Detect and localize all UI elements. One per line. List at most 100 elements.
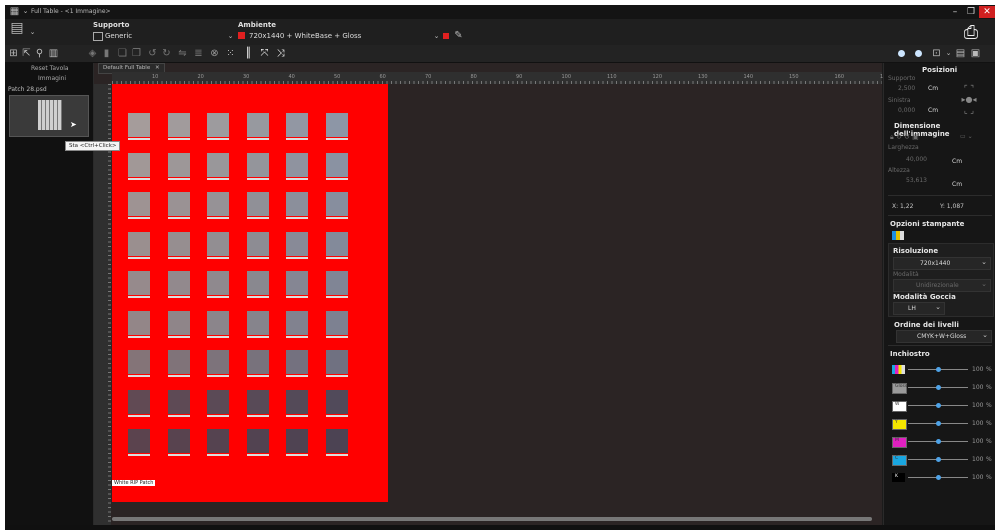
supporto-unit: Cm (928, 85, 939, 92)
patch-label-strip (167, 217, 190, 219)
horizontal-ruler: 1020304050607080901001101201301401501601… (112, 72, 890, 84)
chevron-down-icon[interactable]: ⌄ (225, 31, 236, 42)
ink-slider-knob[interactable] (935, 421, 941, 426)
color-patch (167, 113, 190, 140)
ink-value[interactable]: 100 (972, 438, 983, 445)
supporto-select[interactable]: Generic (105, 32, 132, 40)
color-patch (325, 350, 348, 377)
patch-label-strip (128, 138, 150, 140)
chevron-down-icon[interactable]: ⌄ (943, 48, 954, 59)
ink-slider-knob[interactable] (935, 457, 941, 462)
color-dot-icon-2[interactable] (915, 50, 922, 57)
patch-label-strip (207, 335, 229, 338)
color-dot-icon[interactable] (898, 50, 905, 57)
close-button[interactable]: ✕ (979, 6, 995, 18)
ink-swatch[interactable] (892, 365, 905, 374)
print-icon[interactable]: ⎙ (959, 23, 983, 43)
modalita-select[interactable]: Unidirezionale ⌄ (893, 279, 991, 292)
pointer-icon[interactable]: ⇱ (21, 48, 32, 59)
patch-label-strip (207, 375, 229, 377)
align-icon[interactable]: ≣ (193, 48, 204, 59)
altezza-value[interactable]: 53,613 (906, 177, 927, 184)
color-mode-icon[interactable] (892, 231, 904, 240)
ink-value[interactable]: 100 (972, 420, 983, 427)
ink-value[interactable]: 100 (972, 456, 983, 463)
trash-icon[interactable]: ▮ (101, 48, 112, 59)
ink-row: Gloss 100% (884, 381, 995, 395)
ruler-label: 130 (698, 74, 708, 80)
eyedropper-icon[interactable]: ✎ (453, 30, 464, 41)
layers-icon[interactable]: ◈ (87, 48, 98, 59)
fit-width-icon[interactable]: ⤧ (259, 48, 270, 59)
rotate-right-icon[interactable]: ↻ (161, 48, 172, 59)
save-icon[interactable]: ▣ (970, 48, 981, 59)
reset-table-button[interactable]: Reset Tavola (31, 65, 69, 72)
minimize-button[interactable]: – (947, 6, 963, 18)
ruler-label: 40 (288, 74, 295, 80)
supporto-value[interactable]: 2,500 (898, 85, 915, 92)
ink-value[interactable]: 100 (972, 384, 983, 391)
view-mode-icon[interactable]: ⊡ (931, 48, 942, 59)
ink-value[interactable]: 100 (972, 474, 983, 481)
percent-sign: % (986, 474, 992, 481)
color-patch (246, 192, 269, 219)
ruler-label: 20 (197, 74, 204, 80)
patch-label-strip (325, 256, 348, 259)
delete-icon[interactable]: ▥ (48, 48, 59, 59)
app-grid-icon[interactable]: ▦ (9, 6, 20, 17)
group-icon[interactable]: ⊗ (209, 48, 220, 59)
anchor-center-icon[interactable]: ▸●◂ (961, 95, 976, 104)
anchor-grid[interactable]: ⌜ ⌝ ▸●◂ ⌞ ⌟ (952, 83, 986, 115)
document-icon[interactable]: ▤ (955, 48, 966, 59)
grid-view-icon[interactable]: ⊞ (8, 48, 19, 59)
goccia-select[interactable]: LH ⌄ (893, 302, 945, 315)
chevron-down-icon[interactable]: ⌄ (20, 6, 31, 17)
larghezza-value[interactable]: 40,000 (906, 156, 927, 163)
fit-height-icon[interactable]: ⤨ (275, 48, 286, 59)
horizontal-scrollbar[interactable] (112, 517, 872, 521)
risoluzione-select[interactable]: 720x1440 ⌄ (893, 257, 991, 270)
rotate-left-icon[interactable]: ↺ (147, 48, 158, 59)
ruler-label: 50 (334, 74, 341, 80)
ambiente-select[interactable]: 720x1440 + WhiteBase + Gloss (249, 32, 361, 40)
anchor-bottom-icon[interactable]: ⌞ ⌟ (964, 106, 974, 115)
status-bar (5, 525, 995, 530)
zoom-icon[interactable]: ⚲ (34, 48, 45, 59)
grid-icon[interactable]: ⁙ (225, 48, 236, 59)
ink-slider-knob[interactable] (935, 439, 941, 444)
duplicate-icon[interactable]: ❏ (117, 48, 128, 59)
patch-label-strip (207, 296, 229, 298)
patch-label-strip (286, 375, 308, 377)
ink-slider-knob[interactable] (935, 385, 941, 390)
canvas-area[interactable]: Default Full Table ✕ 10 20 30 40 50 60 70 80 90 1… (94, 63, 890, 525)
goccia-value: LH (908, 305, 916, 312)
patch-label-strip (325, 138, 348, 140)
print-page[interactable]: White RIP Patch (112, 84, 388, 502)
close-tab-icon[interactable]: ✕ (155, 65, 160, 71)
ink-slider-knob[interactable] (935, 475, 941, 480)
ink-slider-knob[interactable] (935, 403, 941, 408)
flip-icon[interactable]: ⇋ (177, 48, 188, 59)
canvas-tab-label: Default Full Table (103, 65, 151, 71)
chevron-down-icon[interactable]: ⌄ (27, 27, 38, 38)
patch-label-strip (246, 375, 269, 377)
restore-button[interactable]: ❐ (963, 6, 979, 18)
columns-icon[interactable]: ║ (243, 48, 254, 59)
ordine-select[interactable]: CMYK+W+Gloss ⌄ (896, 330, 992, 343)
ink-slider-knob[interactable] (935, 367, 941, 372)
chevron-down-icon[interactable]: ⌄ (431, 31, 442, 42)
image-thumbnail[interactable]: ➤ (9, 95, 89, 137)
ink-value[interactable]: 100 (972, 402, 983, 409)
ruler-label: 100 (561, 74, 572, 80)
layout-icon[interactable]: ▤ (9, 21, 25, 39)
sinistra-value[interactable]: 0,000 (898, 107, 915, 114)
ink-value[interactable]: 100 (972, 366, 983, 373)
anchor-top-icon[interactable]: ⌜ ⌝ (964, 84, 974, 93)
dpi-select[interactable]: ▭ ⌄ (960, 133, 973, 140)
copy-icon[interactable]: ❐ (131, 48, 142, 59)
patch-label-strip (167, 375, 190, 377)
lock-icon[interactable]: 🔒︎ ↻ ↺ ▣ (890, 133, 919, 142)
patch-label-strip (325, 177, 348, 180)
ruler-label: 90 (516, 74, 523, 80)
ink-swatch[interactable] (892, 473, 905, 482)
